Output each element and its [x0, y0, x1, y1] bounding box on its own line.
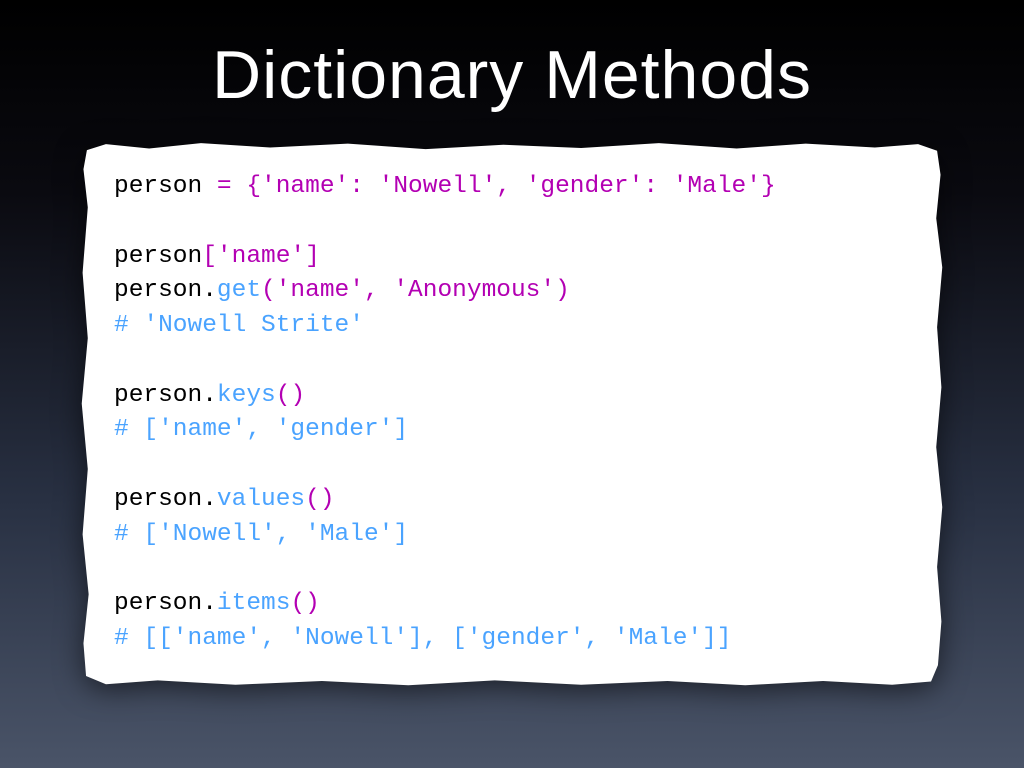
code-token: 'name' — [261, 173, 349, 200]
code-token: . — [202, 277, 217, 304]
code-token: ( — [276, 382, 291, 409]
code-token: { — [246, 173, 261, 200]
code-block: person = {'name': 'Nowell', 'gender': 'M… — [114, 170, 910, 657]
code-token: ) — [290, 382, 305, 409]
code-token: ] — [305, 243, 320, 270]
code-token: 'Nowell' — [379, 173, 497, 200]
code-token: 'Male' — [673, 173, 761, 200]
code-token: , — [496, 173, 525, 200]
code-token: 'Anonymous' — [393, 277, 555, 304]
code-comment: # [['name', 'Nowell'], ['gender', 'Male'… — [114, 625, 732, 652]
code-comment: # 'Nowell Strite' — [114, 312, 364, 339]
code-token: ) — [305, 590, 320, 617]
code-card: person = {'name': 'Nowell', 'gender': 'M… — [80, 142, 944, 687]
code-token: } — [761, 173, 776, 200]
slide-title: Dictionary Methods — [212, 36, 812, 114]
code-token: : — [349, 173, 378, 200]
code-token: : — [643, 173, 672, 200]
code-token: . — [202, 486, 217, 513]
code-token: items — [217, 590, 291, 617]
code-token: person — [114, 243, 202, 270]
code-token: , — [364, 277, 393, 304]
code-token: values — [217, 486, 305, 513]
code-token: ) — [555, 277, 570, 304]
code-token: person — [114, 486, 202, 513]
code-token: person — [114, 382, 202, 409]
code-comment: # ['Nowell', 'Male'] — [114, 521, 408, 548]
code-token: ( — [261, 277, 276, 304]
code-token: person — [114, 277, 202, 304]
code-token: [ — [202, 243, 217, 270]
code-token: ( — [290, 590, 305, 617]
code-token: get — [217, 277, 261, 304]
code-token: . — [202, 590, 217, 617]
code-token: ) — [320, 486, 335, 513]
code-token: ( — [305, 486, 320, 513]
code-token: . — [202, 382, 217, 409]
code-token: keys — [217, 382, 276, 409]
code-token: = — [202, 173, 246, 200]
code-token: person — [114, 173, 202, 200]
code-token: 'gender' — [526, 173, 644, 200]
code-token: person — [114, 590, 202, 617]
code-comment: # ['name', 'gender'] — [114, 416, 408, 443]
code-token: 'name' — [217, 243, 305, 270]
code-token: 'name' — [276, 277, 364, 304]
